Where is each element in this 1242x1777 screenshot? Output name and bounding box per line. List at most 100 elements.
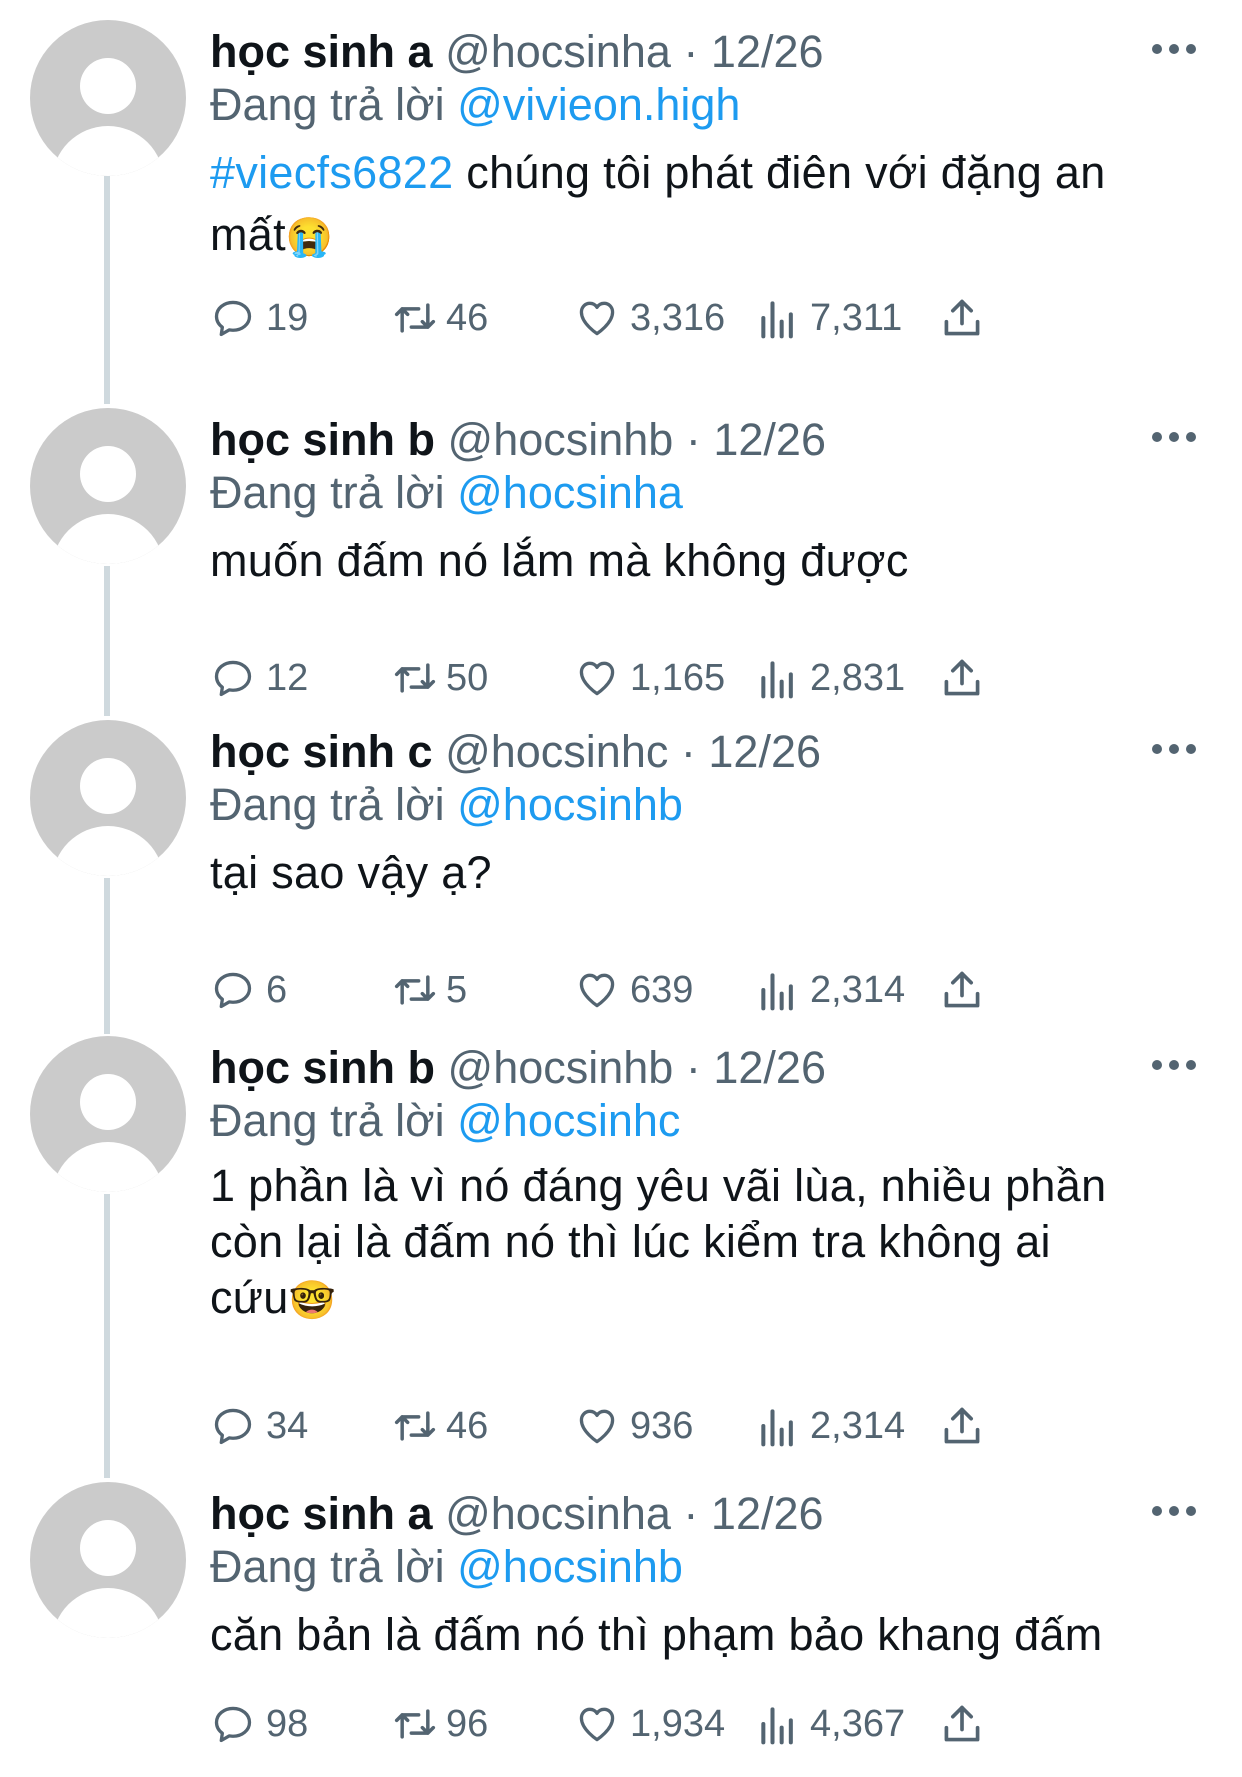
more-icon[interactable] (1152, 44, 1196, 56)
thread-connector (104, 176, 110, 404)
more-icon[interactable] (1152, 744, 1196, 756)
share-icon (944, 299, 980, 336)
user-handle[interactable]: @hocsinha (445, 1488, 671, 1539)
retweet-icon (394, 1709, 436, 1739)
replying-to: Đang trả lời @hocsinhc (210, 1094, 680, 1148)
tweet-text-body: muốn đấm nó lắm mà không được (210, 535, 909, 586)
display-name[interactable]: học sinh c (210, 726, 433, 777)
replying-to-handle[interactable]: @hocsinha (457, 467, 683, 518)
user-handle[interactable]: @hocsinhc (445, 726, 668, 777)
reply-icon (214, 1706, 252, 1743)
share-icon (944, 659, 980, 696)
replying-to: Đang trả lời @vivieon.high (210, 78, 740, 132)
tweet-text: căn bản là đấm nó thì phạm bảo khang đấm (210, 1604, 1210, 1666)
thread-connector (104, 566, 110, 716)
tweet-actions: 12 50 1,165 2,831 (210, 650, 1110, 706)
reply-icon (214, 660, 252, 697)
avatar[interactable] (30, 1482, 186, 1638)
separator-dot: · (683, 26, 699, 77)
reply-icon (214, 972, 252, 1009)
like-icon (579, 1409, 615, 1444)
retweet-count: 46 (446, 297, 489, 339)
avatar[interactable] (30, 20, 186, 176)
display-name[interactable]: học sinh a (210, 26, 433, 77)
reply-icon (214, 1408, 252, 1445)
user-handle[interactable]: @hocsinhb (448, 414, 674, 465)
like-count: 3,316 (630, 297, 726, 339)
separator-dot: · (685, 1042, 701, 1093)
like-icon (579, 661, 615, 696)
views-icon (761, 1707, 793, 1745)
user-handle[interactable]: @hocsinha (445, 26, 671, 77)
separator-dot: · (680, 726, 696, 777)
like-icon (579, 301, 615, 336)
thread-connector (104, 1194, 110, 1478)
separator-dot: · (685, 414, 701, 465)
tweet-text: tại sao vậy ạ? (210, 842, 1210, 904)
replying-to: Đang trả lời @hocsinhb (210, 1540, 683, 1594)
more-icon[interactable] (1152, 1060, 1196, 1072)
replying-to-label: Đang trả lời (210, 1541, 445, 1592)
retweet-icon (394, 975, 436, 1005)
share-icon (944, 971, 980, 1008)
retweet-count: 46 (446, 1405, 489, 1447)
replying-to-handle[interactable]: @hocsinhb (457, 1541, 683, 1592)
replying-to-handle[interactable]: @hocsinhc (457, 1095, 680, 1146)
tweet-text-body: tại sao vậy ạ? (210, 847, 492, 898)
views-count: 2,314 (810, 969, 906, 1011)
replying-to: Đang trả lời @hocsinhb (210, 778, 683, 832)
share-icon (944, 1705, 980, 1742)
reply-icon (214, 300, 252, 337)
replying-to-handle[interactable]: @hocsinhb (457, 779, 683, 830)
views-icon (761, 661, 793, 699)
reply-count: 12 (266, 657, 309, 699)
share-icon (944, 1407, 980, 1444)
reply-thread: học sinh a @hocsinha · 12/26 Đang trả lờ… (0, 0, 1242, 1777)
views-count: 2,314 (810, 1405, 906, 1447)
avatar[interactable] (30, 720, 186, 876)
retweet-count: 96 (446, 1703, 489, 1745)
more-icon[interactable] (1152, 432, 1196, 444)
tweet-header: học sinh a @hocsinha · 12/26 (210, 1486, 824, 1542)
display-name[interactable]: học sinh b (210, 1042, 435, 1093)
tweet-date[interactable]: 12/26 (708, 726, 821, 777)
views-icon (761, 301, 793, 339)
tweet-header: học sinh c @hocsinhc · 12/26 (210, 724, 821, 780)
separator-dot: · (683, 1488, 699, 1539)
user-handle[interactable]: @hocsinhb (448, 1042, 674, 1093)
reply-count: 6 (266, 969, 288, 1011)
views-count: 4,367 (810, 1703, 906, 1745)
replying-to-label: Đang trả lời (210, 779, 445, 830)
reply-count: 34 (266, 1405, 309, 1447)
tweet-actions: 6 5 639 2,314 (210, 962, 1110, 1018)
views-count: 2,831 (810, 657, 906, 699)
tweet-text: muốn đấm nó lắm mà không được (210, 530, 1210, 592)
views-count: 7,311 (810, 297, 903, 339)
tweet-actions: 34 46 936 2,314 (210, 1398, 1110, 1454)
retweet-count: 5 (446, 969, 468, 1011)
avatar[interactable] (30, 1036, 186, 1192)
hashtag-link[interactable]: #viecfs6822 (210, 147, 453, 198)
like-count: 1,934 (630, 1703, 726, 1745)
display-name[interactable]: học sinh b (210, 414, 435, 465)
loudly-crying-emoji: 😭 (285, 217, 334, 259)
retweet-icon (394, 1411, 436, 1441)
tweet-date[interactable]: 12/26 (713, 414, 826, 465)
display-name[interactable]: học sinh a (210, 1488, 433, 1539)
like-icon (579, 1707, 615, 1742)
avatar[interactable] (30, 408, 186, 564)
retweet-count: 50 (446, 657, 489, 699)
tweet-actions: 98 96 1,934 4,367 (210, 1696, 1110, 1752)
replying-to-label: Đang trả lời (210, 1095, 445, 1146)
more-icon[interactable] (1152, 1506, 1196, 1518)
tweet-actions: 19 46 3,316 7,311 (210, 290, 1110, 346)
tweet-date[interactable]: 12/26 (713, 1042, 826, 1093)
tweet-date[interactable]: 12/26 (711, 1488, 824, 1539)
tweet-text: #viecfs6822 chúng tôi phát điên với đặng… (210, 142, 1210, 269)
replying-to-label: Đang trả lời (210, 79, 445, 130)
tweet-date[interactable]: 12/26 (711, 26, 824, 77)
like-count: 1,165 (630, 657, 726, 699)
replying-to-handle[interactable]: @vivieon.high (457, 79, 740, 130)
tweet-header: học sinh a @hocsinha · 12/26 (210, 24, 824, 80)
views-icon (761, 1409, 793, 1447)
